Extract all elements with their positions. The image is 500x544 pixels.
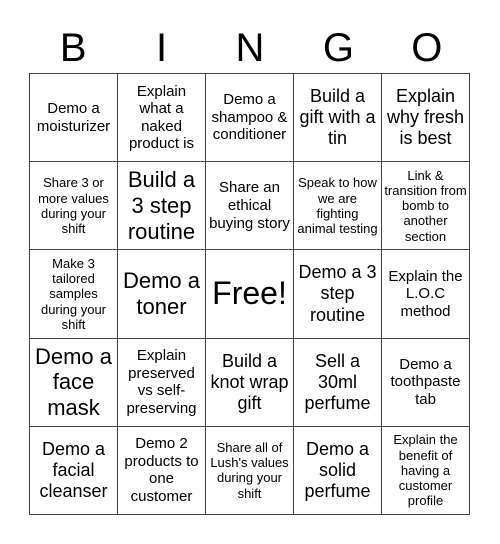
bingo-cell[interactable]: Demo a 3 step routine xyxy=(294,250,382,339)
bingo-cell[interactable]: Build a 3 step routine xyxy=(118,162,206,251)
bingo-cell[interactable]: Demo a moisturizer xyxy=(30,74,118,163)
bingo-header: B I N G O xyxy=(29,24,471,72)
bingo-cell[interactable]: Sell a 30ml perfume xyxy=(294,338,382,427)
bingo-grid: Demo a moisturizer Explain what a naked p… xyxy=(29,73,470,515)
free-space-cell[interactable]: Free! xyxy=(206,250,294,339)
header-letter-o: O xyxy=(411,26,443,70)
bingo-cell[interactable]: Share 3 or more values during your shift xyxy=(30,162,118,251)
bingo-cell[interactable]: Share an ethical buying story xyxy=(206,162,294,251)
bingo-cell[interactable]: Demo a solid perfume xyxy=(294,426,382,515)
bingo-cell[interactable]: Speak to how we are fighting animal test… xyxy=(294,162,382,251)
header-letter-b: B xyxy=(59,26,87,70)
bingo-cell[interactable]: Make 3 tailored samples during your shif… xyxy=(30,250,118,339)
bingo-cell[interactable]: Demo a shampoo & conditioner xyxy=(206,74,294,163)
bingo-cell[interactable]: Explain why fresh is best xyxy=(382,74,470,163)
bingo-cell[interactable]: Demo a toner xyxy=(118,250,206,339)
bingo-cell[interactable]: Demo a toothpaste tab xyxy=(382,338,470,427)
bingo-cell[interactable]: Build a gift with a tin xyxy=(294,74,382,163)
bingo-cell[interactable]: Demo 2 products to one customer xyxy=(118,426,206,515)
bingo-cell[interactable]: Explain the benefit of having a customer… xyxy=(382,426,470,515)
header-letter-n: N xyxy=(235,26,265,70)
bingo-cell[interactable]: Demo a facial cleanser xyxy=(30,426,118,515)
bingo-cell[interactable]: Explain preserved vs self-preserving xyxy=(118,338,206,427)
header-letter-g: G xyxy=(322,26,354,70)
bingo-cell[interactable]: Link & transition from bomb to another s… xyxy=(382,162,470,251)
bingo-cell[interactable]: Explain the L.O.C method xyxy=(382,250,470,339)
bingo-cell[interactable]: Share all of Lush's values during your s… xyxy=(206,426,294,515)
header-letter-i: I xyxy=(156,26,168,70)
bingo-cell[interactable]: Explain what a naked product is xyxy=(118,74,206,163)
bingo-cell[interactable]: Demo a face mask xyxy=(30,338,118,427)
bingo-cell[interactable]: Build a knot wrap gift xyxy=(206,338,294,427)
